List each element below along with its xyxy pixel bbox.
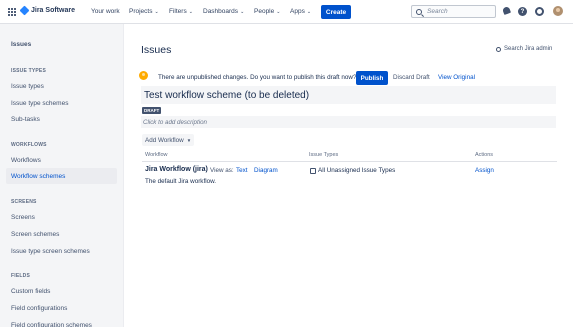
column-header-actions: Actions [475, 152, 494, 158]
add-workflow-button[interactable]: Add Workflow ▼ [142, 134, 195, 146]
view-original-link[interactable]: View Original [438, 74, 475, 81]
jira-logo[interactable]: Jira Software [19, 5, 75, 16]
main-content: Issues Search Jira admin There are unpub… [124, 24, 573, 327]
column-header-workflow: Workflow [145, 152, 168, 158]
warning-icon [139, 71, 148, 80]
chevron-down-icon: ⌄ [276, 8, 281, 15]
workflow-description: The default Jira workflow. [145, 178, 217, 185]
search-icon [496, 46, 501, 52]
search-input[interactable]: Search [411, 5, 496, 18]
sidebar-item-workflows[interactable]: Workflows [6, 152, 117, 168]
search-icon [416, 8, 422, 15]
sidebar-section-workflows: WORKFLOWS [11, 142, 47, 148]
avatar[interactable] [553, 6, 563, 16]
issue-type-icon [310, 168, 316, 174]
search-admin-label: Search Jira admin [504, 46, 553, 52]
workflow-name: Jira Workflow (jira) [145, 166, 208, 173]
nav-label: Dashboards [203, 8, 239, 15]
issue-types-value: All Unassigned Issue Types [318, 167, 396, 174]
scheme-name-field[interactable]: Test workflow scheme (to be deleted) [141, 86, 556, 104]
view-as-text-link[interactable]: Text [236, 167, 248, 174]
help-icon[interactable]: ? [518, 7, 527, 16]
nav-label: People [254, 8, 275, 15]
chevron-down-icon: ▼ [186, 137, 192, 143]
nav-filters[interactable]: Filters ⌄ [169, 8, 193, 15]
unpublished-notice: There are unpublished changes. Do you wa… [158, 74, 357, 81]
sidebar-section-fields: FIELDS [11, 273, 30, 279]
sidebar-item-issue-types[interactable]: Issue types [6, 78, 117, 94]
top-navigation-bar: Jira Software Your work Projects ⌄ Filter… [0, 0, 573, 24]
table-header-divider [142, 161, 557, 162]
add-workflow-label: Add Workflow [145, 136, 184, 144]
chevron-down-icon: ⌄ [306, 8, 312, 15]
sidebar-item-issue-type-screen-schemes[interactable]: Issue type screen schemes [6, 243, 117, 259]
product-name: Jira Software [31, 7, 75, 14]
sidebar-section-issue-types: ISSUE TYPES [11, 68, 46, 74]
nav-your-work[interactable]: Your work [91, 8, 120, 15]
search-jira-admin-link[interactable]: Search Jira admin [496, 46, 552, 52]
nav-apps[interactable]: Apps ⌄ [290, 8, 311, 15]
assign-link[interactable]: Assign [475, 167, 494, 174]
nav-label: Your work [91, 8, 120, 15]
nav-label: Filters [169, 8, 187, 15]
view-as-diagram-link[interactable]: Diagram [254, 167, 278, 174]
settings-icon[interactable] [535, 7, 544, 16]
draft-lozenge: DRAFT [142, 107, 162, 114]
sidebar-title: Issues [11, 41, 32, 48]
sidebar-item-workflow-schemes[interactable]: Workflow schemes [6, 168, 117, 184]
nav-dashboards[interactable]: Dashboards ⌄ [203, 8, 244, 15]
description-field[interactable]: Click to add description [141, 116, 556, 128]
scheme-name: Test workflow scheme (to be deleted) [144, 89, 310, 101]
admin-sidebar: Issues ISSUE TYPES Issue types Issue typ… [0, 24, 124, 327]
app-switcher-icon[interactable] [8, 8, 16, 16]
sidebar-item-field-configurations[interactable]: Field configurations [6, 300, 117, 316]
notifications-icon[interactable] [502, 7, 511, 16]
sidebar-item-screen-schemes[interactable]: Screen schemes [6, 226, 117, 242]
sidebar-item-field-configuration-schemes[interactable]: Field configuration schemes [6, 317, 117, 327]
chevron-down-icon: ⌄ [154, 8, 159, 15]
nav-label: Apps [290, 8, 305, 15]
search-placeholder: Search [427, 8, 448, 15]
chevron-down-icon: ⌄ [240, 8, 245, 15]
view-as-label: View as: [210, 167, 234, 174]
sidebar-item-custom-fields[interactable]: Custom fields [6, 283, 117, 299]
jira-logo-icon [19, 5, 30, 16]
chevron-down-icon: ⌄ [188, 8, 193, 15]
nav-people[interactable]: People ⌄ [254, 8, 280, 15]
discard-draft-button[interactable]: Discard Draft [393, 74, 430, 81]
nav-projects[interactable]: Projects ⌄ [129, 8, 159, 15]
sidebar-section-screens: SCREENS [11, 199, 37, 205]
sidebar-item-issue-type-schemes[interactable]: Issue type schemes [6, 95, 117, 111]
page-title: Issues [141, 44, 172, 56]
column-header-issue-types: Issue Types [309, 152, 339, 158]
publish-button[interactable]: Publish [356, 71, 388, 85]
sidebar-item-sub-tasks[interactable]: Sub-tasks [6, 111, 117, 127]
nav-label: Projects [129, 8, 153, 15]
sidebar-item-screens[interactable]: Screens [6, 209, 117, 225]
create-button[interactable]: Create [321, 5, 351, 19]
